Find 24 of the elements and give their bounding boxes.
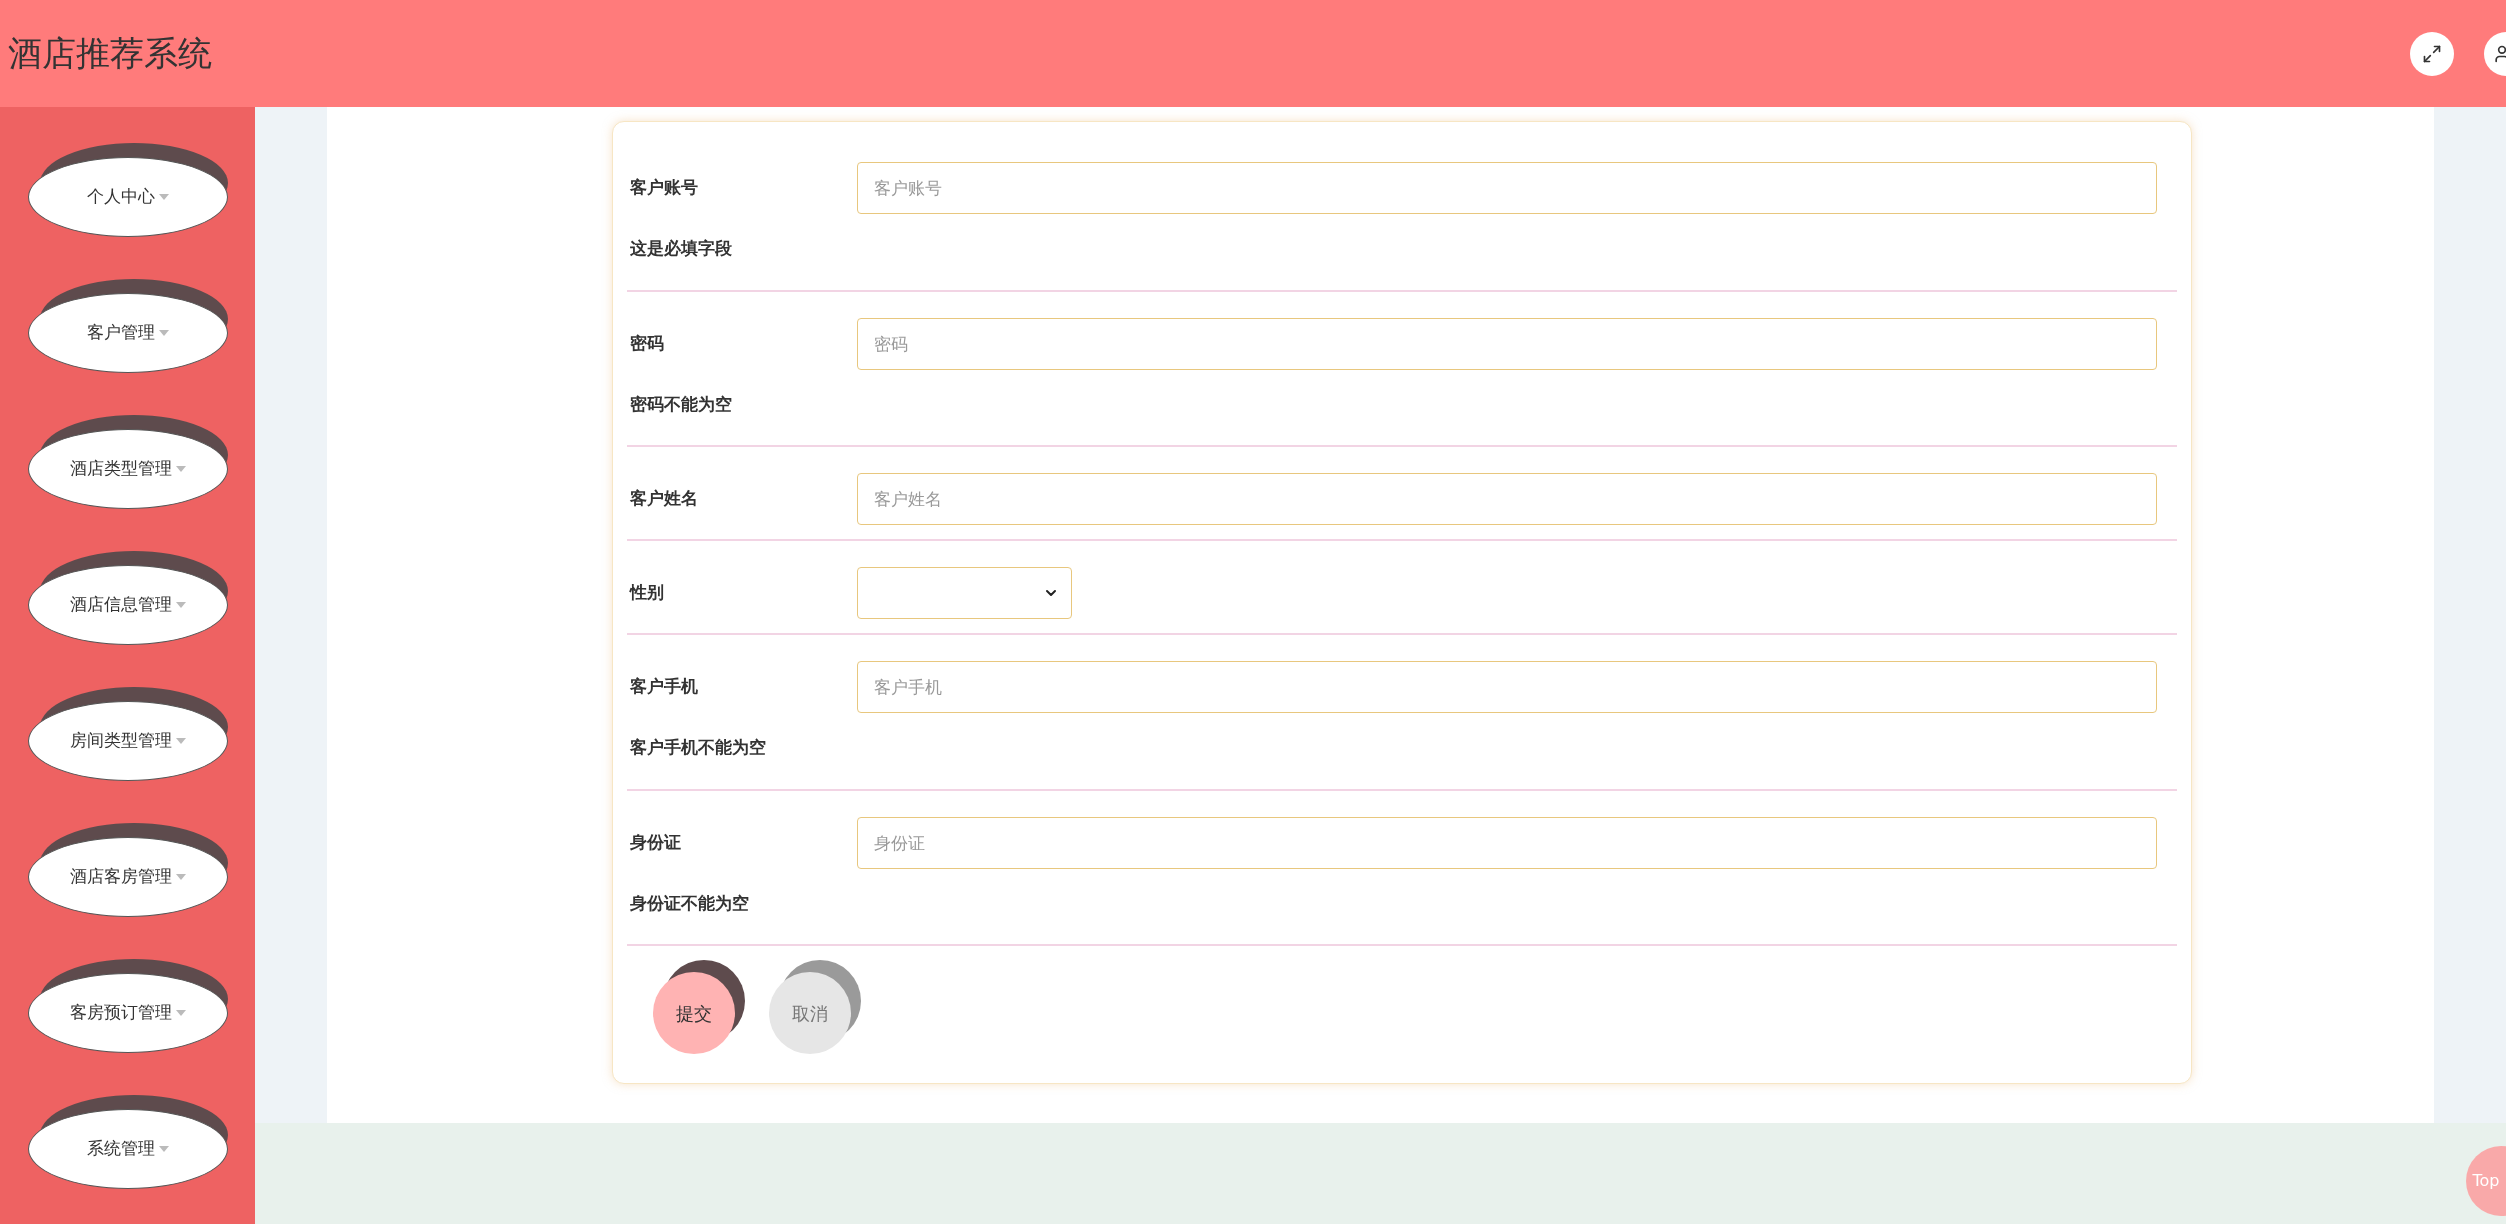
error-message: 密码不能为空 xyxy=(630,393,732,414)
menu-item[interactable]: 个人中心 xyxy=(27,157,228,237)
menu-item[interactable]: 酒店类型管理 xyxy=(27,429,228,509)
field-label: 身份证 xyxy=(629,830,682,854)
menu-item[interactable]: 系统管理 xyxy=(27,1109,228,1189)
text-field[interactable]: 客户姓名 xyxy=(857,473,2157,525)
error-message: 这是必填字段 xyxy=(630,238,732,258)
menu-item[interactable]: 酒店信息管理 xyxy=(27,565,228,645)
error-message: 客户手机不能为空 xyxy=(630,737,766,757)
menu-item[interactable]: 酒店客房管理 xyxy=(27,837,228,917)
menu-item[interactable]: 客房预订管理 xyxy=(27,973,228,1053)
menu-item[interactable]: 客户管理 xyxy=(27,293,228,373)
text-field[interactable]: 客户账号 xyxy=(857,162,2157,214)
text-field[interactable]: 身份证 xyxy=(857,816,2157,869)
menu-item[interactable]: 房间类型管理 xyxy=(27,701,228,781)
field-label: 客户账号 xyxy=(629,176,699,200)
field-label: 客户姓名 xyxy=(629,487,699,511)
field-label: 密码 xyxy=(629,331,665,355)
text-field[interactable]: 密码 xyxy=(857,317,2157,370)
field-label: 性别 xyxy=(628,581,665,605)
app-title: 酒店推荐系统 xyxy=(8,32,212,75)
field-label: 客户手机 xyxy=(629,675,699,699)
error-message: 身份证不能为空 xyxy=(630,892,749,913)
text-field[interactable]: 客户手机 xyxy=(857,661,2157,713)
